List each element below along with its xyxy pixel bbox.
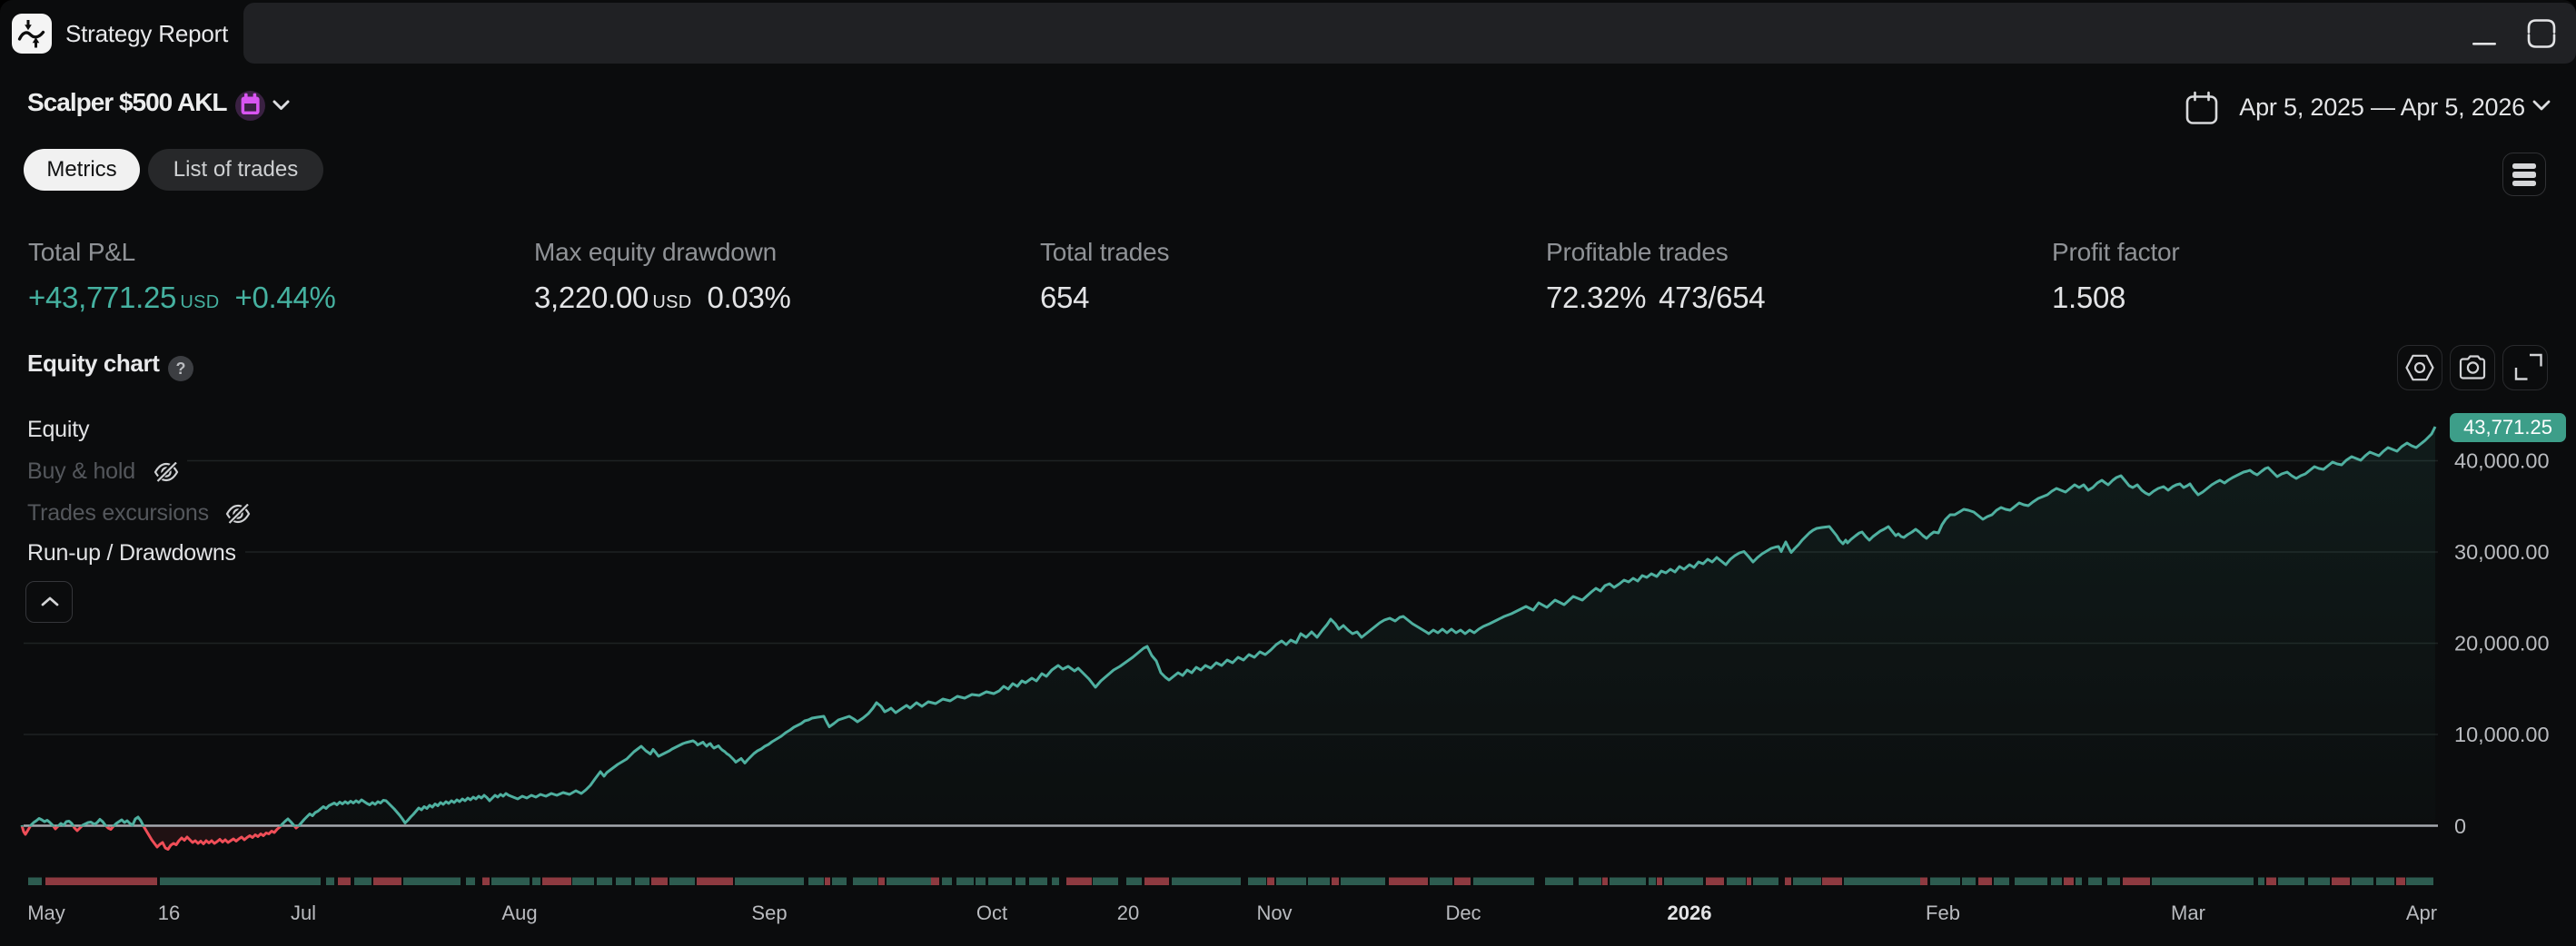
svg-text:10,000.00: 10,000.00 [2454, 723, 2550, 746]
svg-text:Apr: Apr [2406, 902, 2437, 924]
svg-text:May: May [27, 902, 65, 924]
svg-text:16: 16 [158, 902, 180, 924]
svg-text:2026: 2026 [1668, 902, 1712, 924]
svg-text:Aug: Aug [501, 902, 537, 924]
svg-text:0: 0 [2454, 814, 2466, 838]
svg-text:Jul: Jul [291, 902, 316, 924]
svg-text:30,000.00: 30,000.00 [2454, 540, 2550, 564]
svg-text:20,000.00: 20,000.00 [2454, 632, 2550, 655]
svg-text:Dec: Dec [1445, 902, 1481, 924]
svg-text:Feb: Feb [1926, 902, 1960, 924]
svg-text:Oct: Oct [976, 902, 1007, 924]
svg-text:Sep: Sep [751, 902, 787, 924]
svg-text:43,771.25: 43,771.25 [2463, 416, 2552, 439]
svg-text:Nov: Nov [1256, 902, 1292, 924]
svg-text:20: 20 [1117, 902, 1139, 924]
svg-text:Mar: Mar [2171, 902, 2205, 924]
svg-text:40,000.00: 40,000.00 [2454, 449, 2550, 473]
